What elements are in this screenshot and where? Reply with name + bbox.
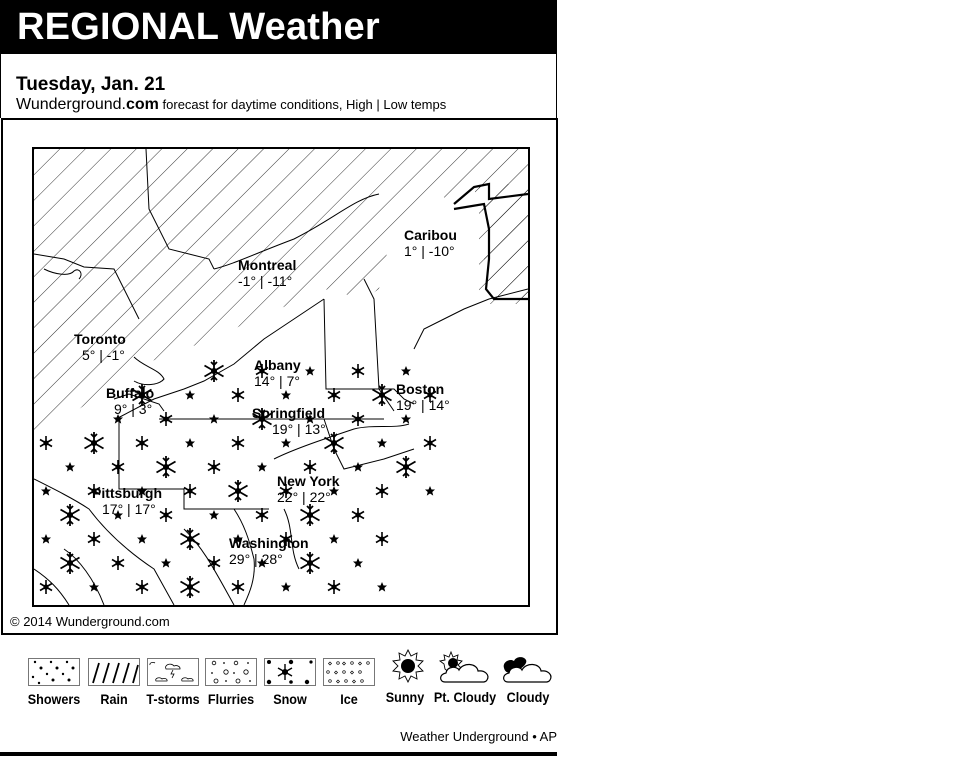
- subtitle-text: forecast for daytime conditions, High | …: [158, 97, 447, 112]
- title-bar: REGIONAL Weather: [0, 0, 557, 54]
- legend-item-tstorms: T-storms: [142, 648, 204, 707]
- snow-symbol: [185, 390, 195, 400]
- snow-symbol: [111, 555, 125, 571]
- snow-symbol: [353, 462, 363, 472]
- snow-symbol: [329, 534, 339, 544]
- snow-symbol: [281, 390, 291, 400]
- snow-symbol: [375, 531, 389, 547]
- cloudy-icon: [500, 648, 556, 684]
- snow-symbol: [209, 510, 219, 520]
- snow-symbol: [227, 479, 249, 503]
- snow-symbol: [41, 534, 51, 544]
- partly-cloudy-icon: [435, 648, 495, 684]
- snow-symbol: [377, 582, 387, 592]
- rain-pattern-icon: [88, 658, 140, 686]
- snow-symbol: [179, 527, 201, 551]
- city-montreal: Montreal -1° | -11°: [238, 257, 297, 289]
- snow-symbol: [41, 486, 51, 496]
- snow-symbol: [83, 431, 105, 455]
- snow-symbol: [281, 438, 291, 448]
- bottom-rule: [0, 752, 557, 756]
- snow-symbol: [207, 459, 221, 475]
- city-pittsburgh: Pittsburgh 17° | 17°: [92, 485, 162, 517]
- map-panel: Caribou 1° | -10° Montreal -1° | -11° To…: [1, 118, 558, 635]
- snow-symbol: [135, 579, 149, 595]
- flurries-pattern-icon: [205, 658, 257, 686]
- city-toronto: Toronto 5° | -1°: [74, 331, 126, 363]
- weather-graphic: REGIONAL Weather Tuesday, Jan. 21 Wunder…: [0, 0, 558, 757]
- snow-symbol: [183, 483, 197, 499]
- snow-symbol: [185, 438, 195, 448]
- showers-pattern-icon: [28, 658, 80, 686]
- snow-symbol: [231, 579, 245, 595]
- snow-symbol: [377, 438, 387, 448]
- snow-symbol: [375, 483, 389, 499]
- snow-symbol: [351, 363, 365, 379]
- snow-symbol: [155, 455, 177, 479]
- snow-symbol: [281, 582, 291, 592]
- snow-symbol: [59, 503, 81, 527]
- city-boston: Boston 19° | 14°: [396, 381, 450, 413]
- snow-symbol: [87, 531, 101, 547]
- snow-symbol: [255, 507, 269, 523]
- forecast-subtitle: Wunderground.com forecast for daytime co…: [16, 96, 446, 114]
- city-caribou: Caribou 1° | -10°: [404, 227, 457, 259]
- city-new-york: New York 22° | 22°: [277, 473, 340, 505]
- snow-symbol: [303, 459, 317, 475]
- snow-symbol: [161, 558, 171, 568]
- snow-symbol: [299, 503, 321, 527]
- snow-symbol: [353, 558, 363, 568]
- snow-symbol: [327, 579, 341, 595]
- tstorms-pattern-icon: [147, 658, 199, 686]
- snow-symbol: [351, 507, 365, 523]
- map-copyright: © 2014 Wunderground.com: [10, 614, 170, 629]
- page-title: REGIONAL Weather: [17, 6, 380, 48]
- forecast-date: Tuesday, Jan. 21: [16, 74, 166, 95]
- legend-item-ice: Ice: [322, 648, 376, 707]
- snow-symbol: [327, 387, 341, 403]
- city-springfield: Springfield 19° | 13°: [252, 405, 326, 437]
- ice-pattern-icon: [323, 658, 375, 686]
- snow-symbol: [231, 387, 245, 403]
- snow-symbol: [65, 462, 75, 472]
- city-washington: Washington 29° | 28°: [229, 535, 309, 567]
- legend-item-flurries: Flurries: [203, 648, 259, 707]
- snow-symbol: [395, 455, 417, 479]
- legend-item-rain: Rain: [88, 648, 140, 707]
- weather-map: Caribou 1° | -10° Montreal -1° | -11° To…: [32, 147, 530, 607]
- snow-symbol: [135, 435, 149, 451]
- snow-symbol: [137, 534, 147, 544]
- snow-pattern-icon: [264, 658, 316, 686]
- sun-icon: [380, 648, 436, 684]
- city-buffalo: Buffalo 9° | 3°: [106, 385, 155, 417]
- snow-symbol: [111, 459, 125, 475]
- legend-item-snow: Snow: [262, 648, 318, 707]
- snow-symbol: [423, 435, 437, 451]
- snow-symbol: [401, 414, 411, 424]
- date-header: Tuesday, Jan. 21 Wunderground.com foreca…: [0, 54, 557, 118]
- snow-symbol: [179, 575, 201, 599]
- snow-symbol: [59, 551, 81, 575]
- legend-item-showers: Showers: [24, 648, 84, 707]
- snow-symbol: [305, 366, 315, 376]
- credit-line: Weather Underground • AP: [400, 729, 557, 744]
- snow-symbol: [401, 366, 411, 376]
- snow-symbol: [323, 431, 345, 455]
- brand-name: Wunderground.com: [16, 96, 159, 113]
- city-albany: Albany 14° | 7°: [254, 357, 301, 389]
- snow-symbol: [209, 414, 219, 424]
- legend-item-cloudy: Cloudy: [500, 648, 556, 705]
- snow-symbol: [425, 486, 435, 496]
- legend: Showers Rain T-storms Flurries Snow Ice …: [0, 648, 557, 712]
- snow-symbol: [39, 435, 53, 451]
- snow-symbol: [231, 435, 245, 451]
- snow-symbol: [257, 462, 267, 472]
- legend-item-partly-cloudy: Pt. Cloudy: [430, 648, 500, 705]
- legend-item-sunny: Sunny: [380, 648, 430, 705]
